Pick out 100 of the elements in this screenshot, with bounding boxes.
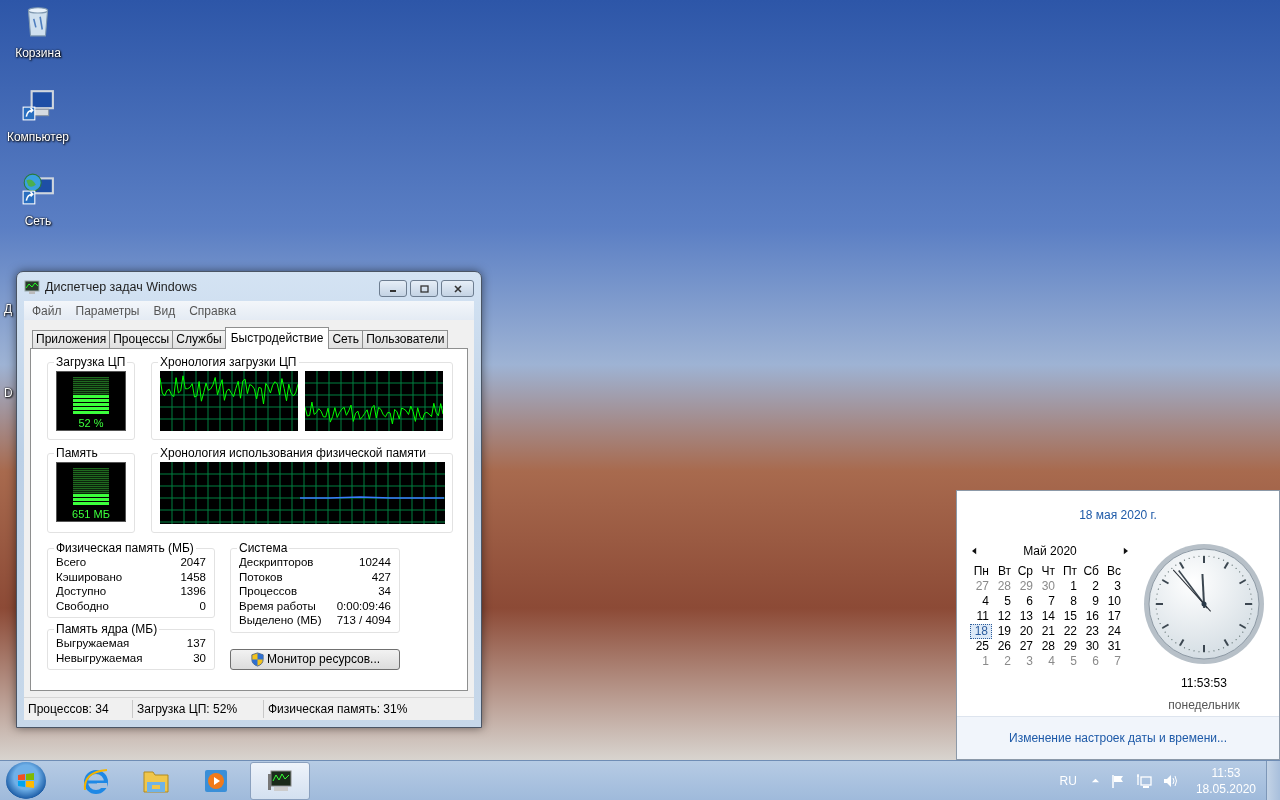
menu-item[interactable]: Вид xyxy=(153,303,176,318)
window-title: Диспетчер задач Windows xyxy=(45,279,197,294)
calendar-day[interactable]: 14 xyxy=(1036,609,1058,624)
calendar-day[interactable]: 17 xyxy=(1102,609,1124,624)
calendar-day[interactable]: 21 xyxy=(1036,624,1058,639)
calendar-day[interactable]: 28 xyxy=(1036,639,1058,654)
windows-logo-icon xyxy=(16,770,36,791)
calendar-day[interactable]: 11 xyxy=(970,609,992,624)
shield-icon xyxy=(249,651,265,667)
row-value: 1458 xyxy=(180,569,206,584)
row-label: Невыгружаемая xyxy=(56,650,143,665)
row-label: Свободно xyxy=(56,598,109,613)
calendar-day[interactable]: 2 xyxy=(1080,579,1102,594)
meter-reading: 651 МБ xyxy=(72,508,110,520)
start-button[interactable] xyxy=(6,761,46,800)
calendar-day[interactable]: 22 xyxy=(1058,624,1080,639)
calendar-day[interactable]: 3 xyxy=(1014,654,1036,669)
weekday-header: Пн xyxy=(972,564,990,579)
group-title: Память xyxy=(55,446,99,460)
calendar-day[interactable]: 9 xyxy=(1080,594,1102,609)
calendar-day[interactable]: 31 xyxy=(1102,639,1124,654)
close-icon xyxy=(451,284,464,293)
calendar-day[interactable]: 25 xyxy=(970,639,992,654)
calendar-day[interactable]: 30 xyxy=(1080,639,1102,654)
calendar-day[interactable]: 3 xyxy=(1102,579,1124,594)
meter-reading: 52 % xyxy=(78,417,104,429)
menu-item[interactable]: Справка xyxy=(189,303,237,318)
network-icon[interactable] xyxy=(21,172,55,206)
calendar-day[interactable]: 12 xyxy=(992,609,1014,624)
desktop-icon-label[interactable]: Сеть xyxy=(24,214,52,228)
row-value: 713 / 4094 xyxy=(336,613,391,628)
calendar-day[interactable]: 15 xyxy=(1058,609,1080,624)
calendar-day[interactable]: 8 xyxy=(1058,594,1080,609)
calendar-day[interactable]: 24 xyxy=(1102,624,1124,639)
group-title: Хронология загрузки ЦП xyxy=(159,355,298,369)
row-value: 0 xyxy=(199,598,206,613)
calendar-day[interactable]: 16 xyxy=(1080,609,1102,624)
previous-month-button[interactable] xyxy=(970,545,979,557)
tab[interactable]: Службы xyxy=(172,330,226,348)
row-value: 427 xyxy=(371,569,391,584)
close-button[interactable] xyxy=(441,280,474,297)
maximize-button[interactable] xyxy=(410,280,438,297)
row-label: Выделено (МБ) xyxy=(239,613,322,628)
calendar-day[interactable]: 6 xyxy=(1014,594,1036,609)
clock-time: 11:53 xyxy=(1211,764,1241,781)
next-month-button[interactable] xyxy=(1121,545,1130,557)
menu-item[interactable]: Параметры xyxy=(75,303,140,318)
resource-monitor-button[interactable]: Монитор ресурсов... xyxy=(230,648,400,670)
calendar-day[interactable]: 27 xyxy=(1014,639,1036,654)
group-title: Хронология использования физической памяти xyxy=(159,446,427,460)
row-label: Всего xyxy=(56,555,87,570)
calendar-day[interactable]: 5 xyxy=(992,594,1014,609)
computer-icon[interactable] xyxy=(21,88,55,122)
desktop-icon-label[interactable]: Корзина xyxy=(15,46,61,60)
tab[interactable]: Быстродействие xyxy=(224,327,330,349)
row-value: 0:00:09:46 xyxy=(336,598,391,613)
tab[interactable]: Процессы xyxy=(109,330,174,348)
calendar-day[interactable]: 6 xyxy=(1080,654,1102,669)
calendar-day[interactable]: 30 xyxy=(1036,579,1058,594)
row-value: 1396 xyxy=(180,584,206,599)
calendar-day[interactable]: 13 xyxy=(1014,609,1036,624)
group-title: Загрузка ЦП xyxy=(55,355,127,369)
task-manager-taskbar-button[interactable] xyxy=(250,761,310,800)
row-label: Дескрипторов xyxy=(239,555,314,570)
menu-item[interactable]: Файл xyxy=(32,303,62,318)
row-value: 34 xyxy=(378,584,391,599)
row-label: Время работы xyxy=(239,598,316,613)
row-value: 30 xyxy=(193,650,206,665)
calendar-day[interactable]: 4 xyxy=(970,594,992,609)
row-label: Кэшировано xyxy=(56,569,123,584)
calendar-day[interactable]: 20 xyxy=(1014,624,1036,639)
desktop-icon-label[interactable]: Компьютер xyxy=(6,130,70,144)
calendar-day[interactable]: 29 xyxy=(1058,639,1080,654)
calendar-day[interactable]: 1 xyxy=(1058,579,1080,594)
tab[interactable]: Сеть xyxy=(328,330,364,348)
maximize-icon xyxy=(418,284,430,293)
calendar-day[interactable]: 19 xyxy=(992,624,1014,639)
calendar-day[interactable]: 18 xyxy=(970,624,992,639)
calendar-day[interactable]: 23 xyxy=(1080,624,1102,639)
calendar-day[interactable]: 10 xyxy=(1102,594,1124,609)
date-link[interactable]: 18 мая 2020 г. xyxy=(1079,508,1157,522)
calendar-day[interactable]: 5 xyxy=(1058,654,1080,669)
weekday-header: Ср xyxy=(1016,564,1034,579)
row-value: 2047 xyxy=(180,555,206,570)
calendar-day[interactable]: 29 xyxy=(1014,579,1036,594)
calendar-day[interactable]: 7 xyxy=(1036,594,1058,609)
clock-time: 11:53:53 xyxy=(1181,676,1227,690)
row-label: Процессов xyxy=(239,584,298,599)
weekday-header: Пт xyxy=(1061,564,1078,579)
minimize-button[interactable] xyxy=(379,280,407,297)
tab[interactable]: Пользователи xyxy=(362,330,449,348)
row-label: Доступно xyxy=(56,584,107,599)
status-text: Загрузка ЦП: 52% xyxy=(133,700,264,718)
calendar-day[interactable]: 28 xyxy=(992,579,1014,594)
calendar-day[interactable]: 26 xyxy=(992,639,1014,654)
status-text: Физическая память: 31% xyxy=(267,701,409,718)
row-label: Выгружаемая xyxy=(56,636,130,651)
calendar-day[interactable]: 2 xyxy=(992,654,1014,669)
month-title[interactable]: Май 2020 xyxy=(1023,544,1077,558)
tab[interactable]: Приложения xyxy=(32,330,111,348)
